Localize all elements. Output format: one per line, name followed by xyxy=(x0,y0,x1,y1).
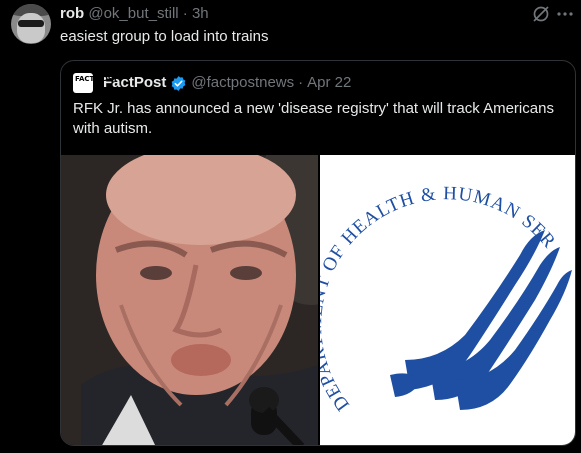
quoted-handle[interactable]: @factpostnews xyxy=(191,73,294,93)
post-text: easiest group to load into trains xyxy=(60,28,269,45)
grok-icon[interactable] xyxy=(531,4,551,24)
person-photo[interactable] xyxy=(61,155,318,445)
handle[interactable]: @ok_but_still xyxy=(88,5,178,22)
quoted-text: RFK Jr. has announced a new 'disease reg… xyxy=(73,100,554,137)
more-icon[interactable] xyxy=(555,4,575,24)
quoted-date[interactable]: Apr 22 xyxy=(307,73,351,93)
timestamp[interactable]: 3h xyxy=(192,5,209,22)
person-photo-illustration xyxy=(61,155,318,445)
hhs-seal-icon: DEPARTMENT OF HEALTH & HUMAN SERVICES·US… xyxy=(305,139,572,415)
quoted-separator: · xyxy=(298,74,304,91)
media-grid: DEPARTMENT OF HEALTH & HUMAN SERVICES·US… xyxy=(61,139,575,445)
verified-badge-icon xyxy=(171,75,186,91)
separator: · xyxy=(182,5,188,22)
avatar[interactable] xyxy=(11,4,51,44)
factpost-logo[interactable]: FACT POST xyxy=(73,73,118,93)
quoted-post[interactable]: FACT POST FactPost @factpostnews · Apr 2… xyxy=(60,60,576,446)
display-name[interactable]: rob xyxy=(60,5,84,22)
hhs-logo-image[interactable]: DEPARTMENT OF HEALTH & HUMAN SERVICES·US… xyxy=(305,139,575,445)
quoted-header: FACT POST FactPost @factpostnews · Apr 2… xyxy=(73,73,351,93)
post-header: rob @ok_but_still · 3h xyxy=(60,4,209,23)
